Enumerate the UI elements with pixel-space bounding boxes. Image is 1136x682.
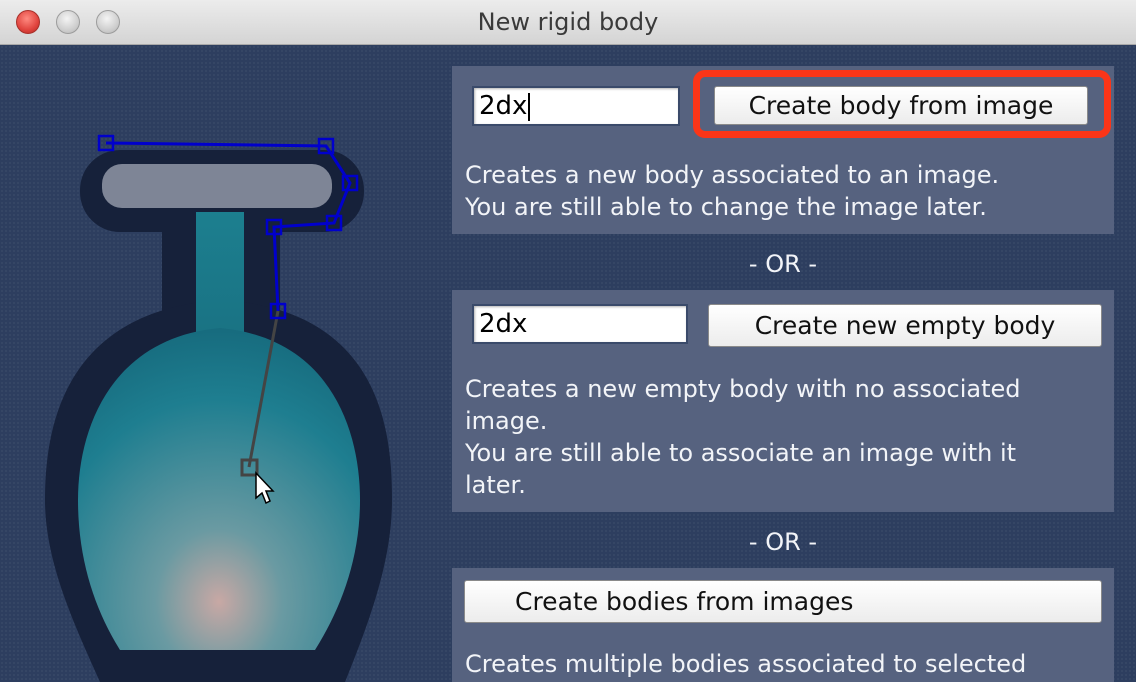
body-name-input[interactable]: 2dx [472,86,680,126]
new-rigid-body-window: New rigid body 2dx Create body from imag… [0,0,1136,682]
create-bodies-from-images-button[interactable]: Create bodies from images [464,580,1102,623]
create-bodies-from-images-panel: Create bodies from images Creates multip… [452,568,1114,682]
text-caret [528,92,531,121]
image-preview-canvas[interactable] [0,45,440,682]
create-body-from-image-button[interactable]: Create body from image [714,86,1088,125]
empty-body-name-input[interactable]: 2dx [472,304,688,344]
title-bar: New rigid body [0,0,1136,45]
create-empty-body-panel: 2dx Create new empty body Creates a new … [452,290,1114,512]
create-from-image-panel: 2dx Create body from image Creates a new… [452,66,1114,234]
or-separator-2: - OR - [748,528,818,556]
create-new-empty-body-button[interactable]: Create new empty body [708,304,1102,347]
window-title: New rigid body [477,8,659,36]
create-bodies-from-images-description: Creates multiple bodies associated to se… [465,650,1027,678]
or-separator: - OR - [748,250,818,278]
create-empty-body-description: Creates a new empty body with no associa… [465,375,1021,499]
create-from-image-description: Creates a new body associated to an imag… [465,161,1000,221]
